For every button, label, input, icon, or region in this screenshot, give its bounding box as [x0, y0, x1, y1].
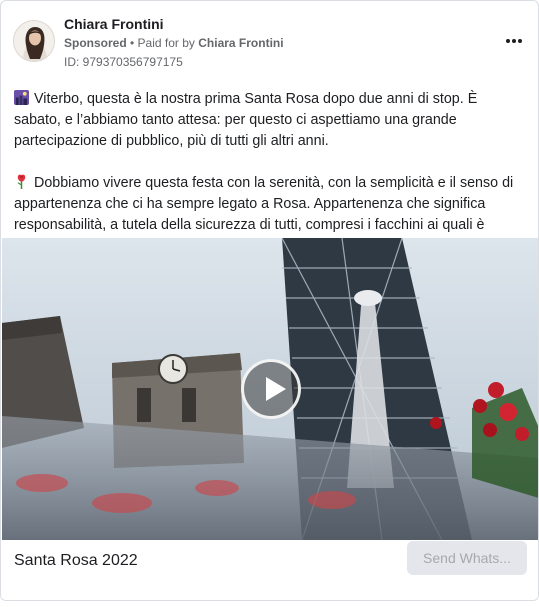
author-name[interactable]: Chiara Frontini: [64, 16, 164, 32]
send-whatsapp-button[interactable]: Send Whats...: [407, 541, 527, 575]
sponsored-line: Sponsored • Paid for by Chiara Frontini: [64, 36, 284, 50]
avatar[interactable]: [13, 20, 55, 62]
paid-for-prefix: • Paid for by: [126, 36, 199, 50]
ad-id: ID: 979370356797175: [64, 55, 183, 69]
more-horizontal-icon: [506, 39, 522, 43]
paragraph-1: Viterbo, questa è la nostra prima Santa …: [14, 89, 527, 152]
ad-header: Chiara Frontini Sponsored • Paid for by …: [13, 13, 528, 73]
avatar-image: [14, 21, 54, 61]
ad-card: Chiara Frontini Sponsored • Paid for by …: [0, 0, 539, 601]
ad-footer: Santa Rosa 2022 Send Whats...: [1, 540, 538, 600]
night-city-emoji: [14, 90, 29, 105]
link-title[interactable]: Santa Rosa 2022: [14, 552, 138, 570]
paid-for-name[interactable]: Chiara Frontini: [198, 36, 283, 50]
rose-emoji: [17, 174, 26, 189]
more-options-button[interactable]: [500, 29, 528, 53]
video-thumbnail[interactable]: [2, 238, 538, 540]
play-icon[interactable]: [241, 359, 301, 419]
paragraph-1-text: Viterbo, questa è la nostra prima Santa …: [14, 91, 478, 149]
sponsored-label: Sponsored: [64, 36, 127, 50]
ad-body-text: Viterbo, questa è la nostra prima Santa …: [14, 89, 527, 257]
